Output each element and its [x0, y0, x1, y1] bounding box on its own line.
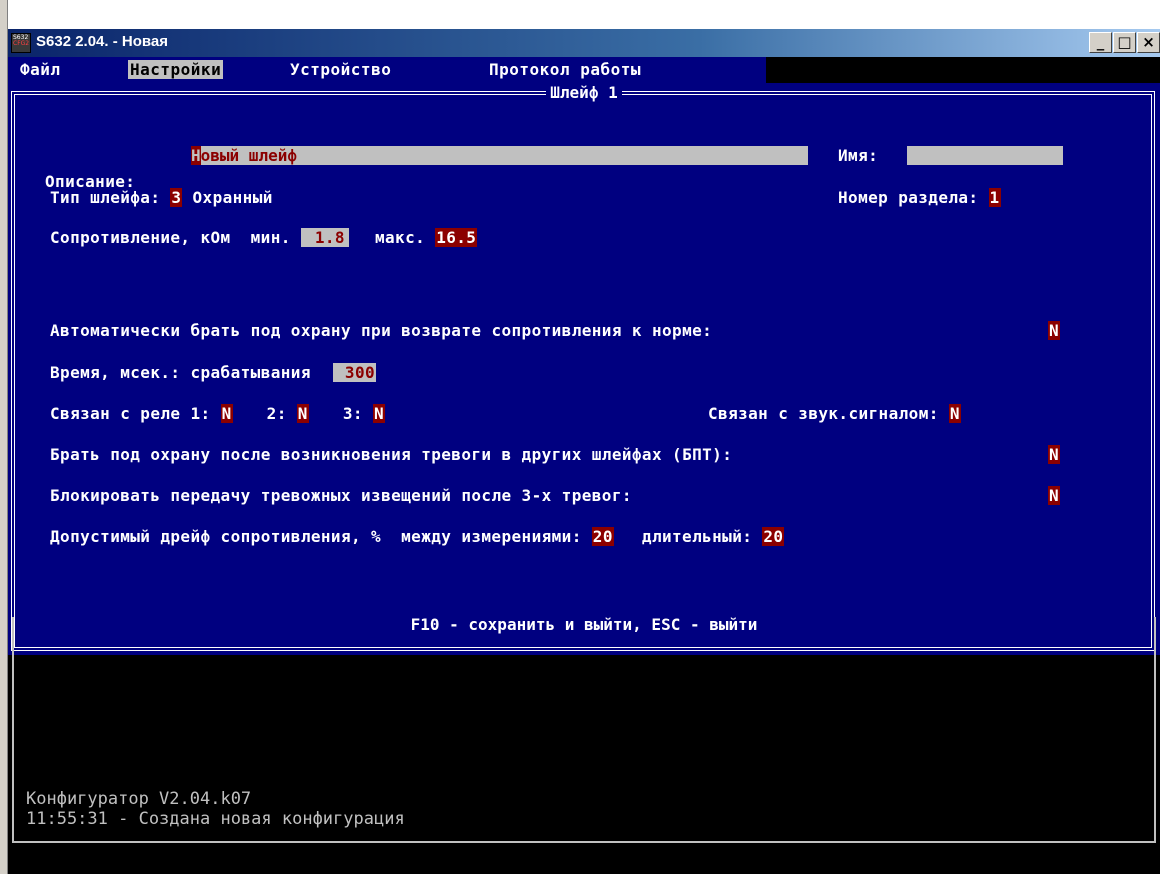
- menu-file[interactable]: Файл: [20, 60, 61, 79]
- relay1-value[interactable]: N: [220, 404, 233, 423]
- auto-arm-label: Автоматически брать под охрану при возвр…: [50, 321, 713, 340]
- max-label: макс.: [374, 228, 426, 247]
- drift-row: Допустимый дрейф сопротивления, % между …: [50, 527, 785, 546]
- drift-between-value[interactable]: 20: [591, 527, 614, 546]
- sound-value[interactable]: N: [948, 404, 961, 423]
- console-area: Файл Настройки Устройство Протокол работ…: [8, 57, 1160, 874]
- auto-arm-value[interactable]: N: [1048, 321, 1061, 340]
- description-text: овый шлейф: [200, 146, 297, 165]
- relay-row: Связан с реле 1: N 2: N 3: N: [50, 404, 386, 423]
- app-icon-text-2: CFG2: [13, 40, 30, 47]
- name-input[interactable]: [907, 146, 1063, 165]
- loop-type-row: Тип шлейфа: 3 Охранный: [50, 188, 273, 207]
- resistance-label: Сопротивление, кОм: [50, 228, 231, 247]
- drift-label: Допустимый дрейф сопротивления, %: [50, 527, 382, 546]
- drift-between-label: между измерениями:: [401, 527, 582, 546]
- window-title: S632 2.04. - Новая: [36, 33, 169, 50]
- description-cursor-char: Н: [191, 146, 201, 165]
- relay3-label: 3:: [342, 404, 363, 423]
- dialog-title: Шлейф 1: [8, 83, 1160, 102]
- relay3-value[interactable]: N: [373, 404, 386, 423]
- maximize-button[interactable]: □: [1113, 32, 1136, 53]
- section-value[interactable]: 1: [988, 188, 1001, 207]
- min-value[interactable]: 1.8: [300, 228, 349, 247]
- window-left-border: [0, 0, 8, 874]
- app-icon[interactable]: S632 CFG2: [11, 33, 31, 53]
- loop-type-label: Тип шлейфа:: [50, 188, 161, 207]
- sound-row: Связан с звук.сигналом: N: [708, 404, 961, 423]
- trigger-time-row: Время, мсек.: срабатывания 300: [50, 363, 377, 382]
- title-bar[interactable]: S632 CFG2 S632 2.04. - Новая _ □ ×: [8, 29, 1160, 57]
- section-label: Номер раздела:: [838, 188, 979, 207]
- menu-settings[interactable]: Настройки: [128, 60, 224, 79]
- loop-type-value[interactable]: 3: [170, 188, 183, 207]
- menu-log[interactable]: Протокол работы: [489, 60, 641, 79]
- menu-device[interactable]: Устройство: [290, 60, 391, 79]
- resistance-row: Сопротивление, кОм мин. 1.8 макс. 16.5: [50, 228, 478, 247]
- sound-label: Связан с звук.сигналом:: [708, 404, 939, 423]
- block-label: Блокировать передачу тревожных извещений…: [50, 486, 632, 505]
- dialog-title-text: Шлейф 1: [546, 83, 622, 102]
- description-input[interactable]: Новый шлейф: [191, 146, 808, 165]
- loop-type-name: Охранный: [192, 188, 273, 207]
- log-line: 11:55:31 - Создана новая конфигурация: [26, 809, 405, 829]
- log-panel: Конфигуратор V2.04.k07 11:55:31 - Создан…: [12, 617, 1156, 843]
- trigger-time-value[interactable]: 300: [332, 363, 377, 382]
- bpt-value[interactable]: N: [1048, 445, 1061, 464]
- close-button[interactable]: ×: [1137, 32, 1160, 53]
- min-label: мин.: [250, 228, 291, 247]
- name-label: Имя:: [838, 146, 879, 165]
- window-controls: _ □ ×: [1088, 32, 1160, 54]
- relay2-value[interactable]: N: [296, 404, 309, 423]
- log-line: Конфигуратор V2.04.k07: [26, 789, 252, 809]
- relay1-label: Связан с реле 1:: [50, 404, 211, 423]
- loop-dialog: Шлейф 1 Описание: Новый шлейф Имя: Тип ш…: [8, 83, 1160, 655]
- trigger-time-label: Время, мсек.: срабатывания: [50, 363, 311, 382]
- menu-bar: Файл Настройки Устройство Протокол работ…: [8, 57, 766, 83]
- bpt-label: Брать под охрану после возникновения тре…: [50, 445, 733, 464]
- section-row: Номер раздела: 1: [838, 188, 1001, 207]
- max-value[interactable]: 16.5: [435, 228, 478, 247]
- block-value[interactable]: N: [1048, 486, 1061, 505]
- drift-long-value[interactable]: 20: [762, 527, 785, 546]
- minimize-button[interactable]: _: [1089, 32, 1112, 53]
- drift-long-label: длительный:: [641, 527, 753, 546]
- relay2-label: 2:: [266, 404, 287, 423]
